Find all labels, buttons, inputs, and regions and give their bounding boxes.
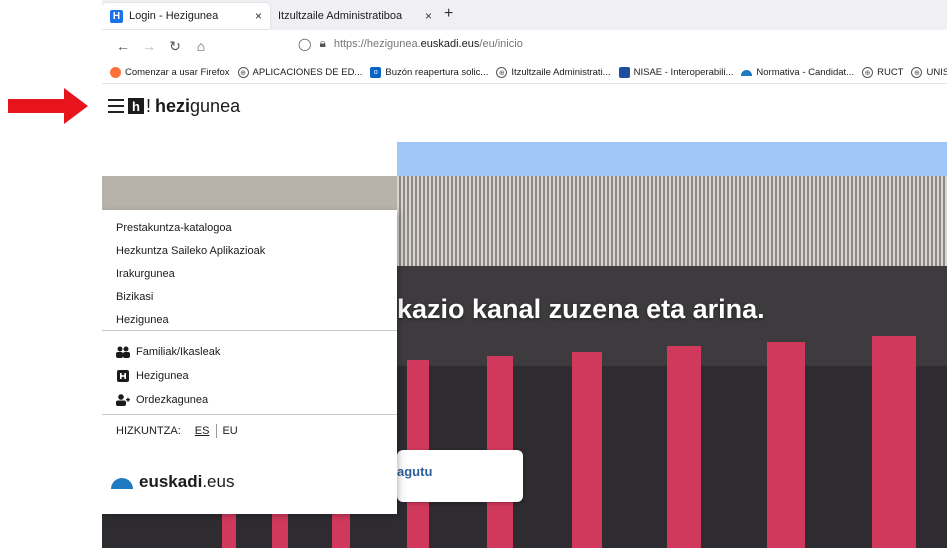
drawer-link-ordezkagunea[interactable]: Ordezkagunea xyxy=(116,394,208,406)
language-es-link[interactable]: ES xyxy=(195,425,210,437)
globe-icon: ⊕ xyxy=(237,67,249,78)
bookmark-aplicaciones[interactable]: ⊕ APLICACIONES DE ED... xyxy=(237,67,363,78)
bookmark-label: NISAE - Interoperabili... xyxy=(633,67,734,78)
language-divider xyxy=(216,424,218,438)
url-domain: euskadi.eus xyxy=(420,37,480,50)
url-prefix: https://hezigunea. xyxy=(333,37,421,50)
drawer-divider xyxy=(102,330,397,331)
tab-itzultzaile[interactable]: Itzultzaile Administratiboa × xyxy=(270,3,440,29)
pillar xyxy=(572,352,602,548)
drawer-divider xyxy=(102,414,397,415)
pillar xyxy=(767,342,805,548)
drawer-link-label: Ordezkagunea xyxy=(136,394,209,406)
globe-icon: ⊕ xyxy=(911,67,923,78)
url-bar[interactable]: ◯ 🔒︎ https://hezigunea. euskadi.eus/eu/in… xyxy=(298,36,523,51)
globe-icon: ⊕ xyxy=(496,67,508,78)
language-eu-link[interactable]: EU xyxy=(222,425,237,437)
euskadi-logo-bold: euskadi xyxy=(139,472,203,491)
reload-icon[interactable]: ↻ xyxy=(162,38,188,55)
outlook-icon: o xyxy=(370,67,382,78)
bookmark-label: UNISYS xyxy=(926,67,947,78)
bookmark-ruct[interactable]: ⊕ RUCT xyxy=(862,67,903,78)
tab-title: Login - Hezigunea xyxy=(129,10,219,22)
drawer-link-familiak[interactable]: Familiak/Ikasleak xyxy=(116,346,220,358)
navigation-bar: ← → ↻ ⌂ ◯ 🔒︎ https://hezigunea. euskadi.e… xyxy=(102,30,947,62)
pillar xyxy=(872,336,916,548)
logo-exclaim: ! xyxy=(146,95,152,116)
bookmark-unisys[interactable]: ⊕ UNISYS xyxy=(911,67,947,78)
logo-light: gunea xyxy=(190,95,241,116)
logo-bold: hezi xyxy=(155,95,191,116)
bookmark-label: Itzultzaile Administrati... xyxy=(511,67,611,78)
drawer-link-prestakuntza[interactable]: Prestakuntza-katalogoa xyxy=(116,222,232,234)
drawer-link-aplikazioak[interactable]: Hezkuntza Saileko Aplikazioak xyxy=(116,245,265,257)
bookmarks-bar: Comenzar a usar Firefox ⊕ APLICACIONES D… xyxy=(102,62,947,84)
screenshot: H Login - Hezigunea × Itzultzaile Admini… xyxy=(0,0,947,548)
pillar xyxy=(667,346,701,548)
bookmark-label: Comenzar a usar Firefox xyxy=(125,67,230,78)
bookmark-label: Buzón reapertura solic... xyxy=(385,67,489,78)
euskadi-arc-icon xyxy=(111,478,133,489)
users-icon xyxy=(116,346,130,358)
logo-mark: h xyxy=(128,98,144,114)
close-icon[interactable]: × xyxy=(255,9,262,23)
language-label: HIZKUNTZA: xyxy=(116,425,181,437)
red-arrow-annotation xyxy=(8,88,88,124)
site-header: h ! hezi gunea xyxy=(102,84,947,128)
home-icon[interactable]: ⌂ xyxy=(188,38,214,54)
drawer-link-bizikasi[interactable]: Bizikasi xyxy=(116,291,153,303)
web-page: h ! hezi gunea kazio kanal zuzena eta ar… xyxy=(102,84,947,548)
url-path: /eu/inicio xyxy=(479,37,523,50)
hezigunea-logo[interactable]: h ! hezi gunea xyxy=(128,96,240,117)
forward-arrow-icon[interactable]: → xyxy=(136,38,162,54)
euskadi-icon xyxy=(741,69,753,76)
bookmark-nisae[interactable]: NISAE - Interoperabili... xyxy=(618,67,734,78)
globe-icon: ⊕ xyxy=(862,67,874,78)
euskadi-logo[interactable]: euskadi .eus xyxy=(110,472,234,492)
lock-icon[interactable]: 🔒︎ xyxy=(319,36,325,51)
bookmark-normativa[interactable]: Normativa - Candidat... xyxy=(741,67,854,78)
drawer-link-hezigunea-app[interactable]: Hezigunea xyxy=(116,370,189,382)
firefox-icon xyxy=(110,67,121,78)
bookmark-firefox[interactable]: Comenzar a usar Firefox xyxy=(110,67,230,78)
user-add-icon xyxy=(116,394,130,406)
nisae-icon xyxy=(618,67,630,78)
tab-title: Itzultzaile Administratiboa xyxy=(278,10,403,22)
bookmark-label: APLICACIONES DE ED... xyxy=(252,67,363,78)
tab-login-hezigunea[interactable]: H Login - Hezigunea × xyxy=(102,3,270,29)
drawer-link-hezigunea[interactable]: Hezigunea xyxy=(116,314,169,326)
tab-bar: H Login - Hezigunea × Itzultzaile Admini… xyxy=(102,0,947,30)
drawer-link-label: Hezigunea xyxy=(136,370,189,382)
hezigunea-icon xyxy=(116,370,130,382)
back-arrow-icon[interactable]: ← xyxy=(110,38,136,54)
language-selector: HIZKUNTZA: ES EU xyxy=(116,424,238,438)
hamburger-menu-icon[interactable] xyxy=(108,99,124,113)
hezigunea-favicon-icon: H xyxy=(110,9,123,23)
bookmark-label: RUCT xyxy=(877,67,904,78)
drawer-link-label: Familiak/Ikasleak xyxy=(136,346,221,358)
hero-action-button[interactable]: agutu xyxy=(397,450,523,502)
hero-headline: kazio kanal zuzena eta arina. xyxy=(397,294,765,324)
blue-banner xyxy=(397,142,947,176)
browser-window: H Login - Hezigunea × Itzultzaile Admini… xyxy=(102,0,947,548)
close-icon[interactable]: × xyxy=(425,9,432,23)
shield-icon[interactable]: ◯ xyxy=(298,37,311,51)
drawer-link-irakurgunea[interactable]: Irakurgunea xyxy=(116,268,175,280)
new-tab-button[interactable]: + xyxy=(444,5,453,23)
euskadi-logo-light: .eus xyxy=(202,472,235,491)
bookmark-itzultzaile[interactable]: ⊕ Itzultzaile Administrati... xyxy=(496,67,611,78)
bookmark-label: Normativa - Candidat... xyxy=(756,67,855,78)
bookmark-buzon[interactable]: o Buzón reapertura solic... xyxy=(370,67,488,78)
navigation-drawer: Prestakuntza-katalogoa Hezkuntza Saileko… xyxy=(102,210,397,514)
